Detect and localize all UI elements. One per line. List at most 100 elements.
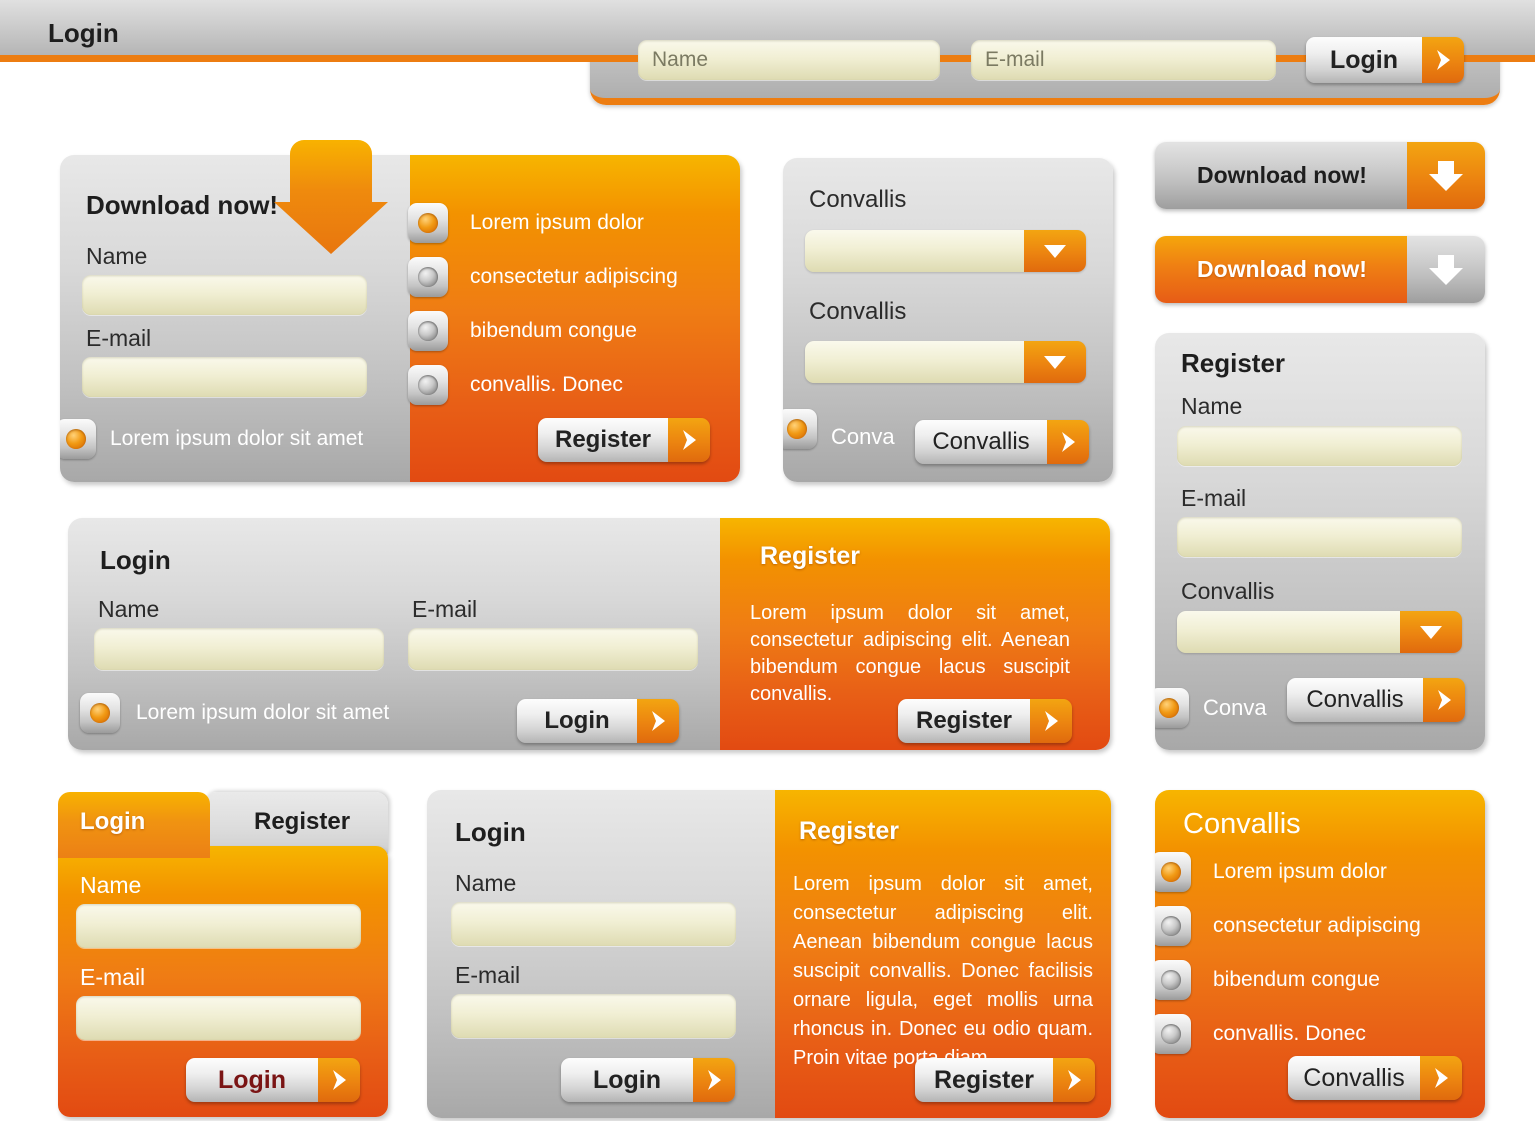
split-login-button[interactable]: Login (561, 1058, 735, 1102)
radio-convallis-icon[interactable] (783, 409, 817, 449)
register-panel-button[interactable]: Convallis (1287, 678, 1465, 722)
convallis-panel-button[interactable]: Convallis (915, 420, 1089, 464)
tab-register[interactable]: Register (204, 792, 388, 854)
split-name-label: Name (455, 870, 517, 896)
header-name-input[interactable]: Name (638, 40, 940, 80)
arrow-right-icon (693, 1058, 735, 1102)
wide-email-label: E-mail (412, 596, 478, 622)
wide-register-title: Register (760, 542, 861, 570)
list-item[interactable]: Lorem ipsum dolor (1155, 852, 1485, 892)
convallis-panel-button-label: Convallis (915, 420, 1047, 464)
list-item[interactable]: consectetur adipiscing (1155, 906, 1485, 946)
tab-login-label: Login (80, 808, 146, 835)
wide-consent-row[interactable]: Lorem ipsum dolor sit amet (80, 693, 389, 733)
wide-name-label: Name (98, 596, 160, 622)
header-email-placeholder: E-mail (985, 48, 1045, 71)
split-email-input[interactable] (451, 994, 736, 1038)
wide-email-input[interactable] (408, 628, 698, 670)
chevron-down-icon (1024, 341, 1086, 383)
tab-login[interactable]: Login (58, 792, 210, 858)
download-name-input[interactable] (82, 275, 367, 315)
arrow-right-icon (637, 699, 679, 743)
header-login-button[interactable]: Login (1306, 37, 1464, 83)
radio-option-icon[interactable] (408, 365, 448, 405)
register-name-label: Name (1181, 393, 1243, 419)
split-login-button-label: Login (561, 1058, 693, 1102)
register-radio-row[interactable]: Conva (1155, 688, 1267, 728)
arrow-right-icon (1422, 37, 1464, 83)
list-item[interactable]: bibendum congue (1155, 960, 1485, 1000)
list-item[interactable]: convallis. Donec (1155, 1014, 1485, 1054)
option-label: bibendum congue (470, 319, 637, 342)
arrow-right-icon (1420, 1056, 1462, 1100)
tab-email-input[interactable] (76, 996, 361, 1040)
list-item[interactable]: convallis. Donec (408, 365, 740, 405)
convallis-select-1-value (805, 230, 1024, 272)
download-now-button-grey[interactable]: Download now! (1155, 142, 1485, 209)
wide-login-button-label: Login (517, 699, 637, 743)
arrow-right-icon (1423, 678, 1465, 722)
wide-consent-label: Lorem ipsum dolor sit amet (136, 701, 390, 724)
download-options-list: Lorem ipsum dolor consectetur adipiscing… (408, 203, 740, 405)
download-consent-row[interactable]: Lorem ipsum dolor sit amet (60, 419, 363, 459)
tab-login-button[interactable]: Login (186, 1058, 360, 1102)
convallis-list-button[interactable]: Convallis (1288, 1056, 1462, 1100)
download-register-button[interactable]: Register (538, 418, 710, 462)
register-name-input[interactable] (1177, 426, 1462, 466)
download-consent-label: Lorem ipsum dolor sit amet (110, 427, 364, 450)
arrow-right-icon (1030, 699, 1072, 743)
arrow-right-icon (318, 1058, 360, 1102)
convallis-select-panel: Convallis Convallis Conva Convallis (783, 158, 1113, 482)
radio-option-icon[interactable] (408, 257, 448, 297)
radio-option-icon[interactable] (1155, 852, 1191, 892)
radio-option-icon[interactable] (1155, 1014, 1191, 1054)
arrow-right-icon (1053, 1058, 1095, 1102)
register-email-label: E-mail (1181, 485, 1247, 511)
arrow-down-icon (1407, 142, 1485, 209)
convallis-radio-row[interactable]: Conva (783, 408, 895, 450)
radio-consent-icon[interactable] (60, 419, 96, 459)
tab-name-label: Name (80, 872, 142, 898)
wide-register-button[interactable]: Register (898, 699, 1072, 743)
convallis-select-1[interactable] (805, 230, 1086, 272)
convallis-options-list: Lorem ipsum dolor consectetur adipiscing… (1155, 852, 1485, 1054)
download-now-panel: Download now! Name E-mail Lorem ipsum do… (60, 155, 740, 482)
list-item[interactable]: Lorem ipsum dolor (408, 203, 740, 243)
radio-register-icon[interactable] (1155, 688, 1189, 728)
download-email-input[interactable] (82, 357, 367, 397)
option-label: consectetur adipiscing (470, 265, 678, 288)
split-register-body: Lorem ipsum dolor sit amet, consectetur … (793, 873, 1093, 1069)
tabbed-login-panel: Register Login Name E-mail Login (58, 792, 388, 1117)
chevron-down-icon (1024, 230, 1086, 272)
arrow-down-icon (1407, 236, 1485, 303)
split-name-input[interactable] (451, 902, 736, 946)
convallis-select-2[interactable] (805, 341, 1086, 383)
split-email-label: E-mail (455, 962, 521, 988)
radio-consent-icon[interactable] (80, 693, 120, 733)
radio-option-icon[interactable] (1155, 906, 1191, 946)
wide-login-button[interactable]: Login (517, 699, 679, 743)
convallis-select-2-value (805, 341, 1024, 383)
convallis-label-1: Convallis (809, 186, 907, 213)
list-item[interactable]: bibendum congue (408, 311, 740, 351)
option-label: convallis. Donec (1213, 1022, 1366, 1045)
register-panel-button-label: Convallis (1287, 678, 1423, 722)
option-label: Lorem ipsum dolor (1213, 860, 1387, 883)
radio-option-icon[interactable] (408, 203, 448, 243)
download-arrow-icon (272, 138, 390, 261)
wide-register-body: Lorem ipsum dolor sit amet, consectetur … (750, 602, 1070, 705)
tab-email-label: E-mail (80, 964, 146, 990)
register-email-input[interactable] (1177, 517, 1462, 557)
wide-name-input[interactable] (94, 628, 384, 670)
radio-option-icon[interactable] (1155, 960, 1191, 1000)
split-register-button[interactable]: Register (915, 1058, 1095, 1102)
tab-name-input[interactable] (76, 904, 361, 948)
download-now-button-grey-label: Download now! (1155, 142, 1407, 209)
register-convallis-select[interactable] (1177, 611, 1462, 653)
list-item[interactable]: consectetur adipiscing (408, 257, 740, 297)
radio-option-icon[interactable] (408, 311, 448, 351)
header-email-input[interactable]: E-mail (971, 40, 1276, 80)
option-label: Lorem ipsum dolor (470, 211, 644, 234)
arrow-right-icon (668, 418, 710, 462)
download-now-button-orange[interactable]: Download now! (1155, 236, 1485, 303)
